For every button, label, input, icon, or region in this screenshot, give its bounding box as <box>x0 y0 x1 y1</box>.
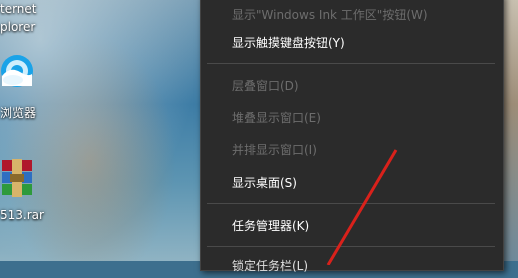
desktop-icon-ie-label-line1[interactable]: ternet <box>0 2 37 16</box>
menu-item-cascade-windows: 层叠窗口(D) <box>232 79 299 93</box>
menu-item-show-touch-keyboard[interactable]: 显示触摸键盘按钮(Y) <box>232 31 345 55</box>
desktop-icon-rar-label[interactable]: 513.rar <box>0 208 44 222</box>
annotation-arrow-icon <box>326 149 398 265</box>
menu-item-task-manager[interactable]: 任务管理器(K) <box>232 214 309 238</box>
menu-item-lock-taskbar[interactable]: 锁定任务栏(L) <box>232 254 308 278</box>
desktop-icon-browser-label[interactable]: 浏览器 <box>0 104 36 121</box>
menu-separator <box>207 63 495 64</box>
menu-item-stack-windows: 堆叠显示窗口(E) <box>232 111 321 125</box>
menu-item-show-desktop[interactable]: 显示桌面(S) <box>232 171 297 195</box>
desktop-icon-ie-label-line2[interactable]: plorer <box>0 20 35 34</box>
edge-browser-icon[interactable] <box>0 52 36 90</box>
menu-item-show-windows-ink: 显示"Windows Ink 工作区"按钮(W) <box>232 8 428 22</box>
winrar-archive-icon[interactable] <box>0 158 34 198</box>
